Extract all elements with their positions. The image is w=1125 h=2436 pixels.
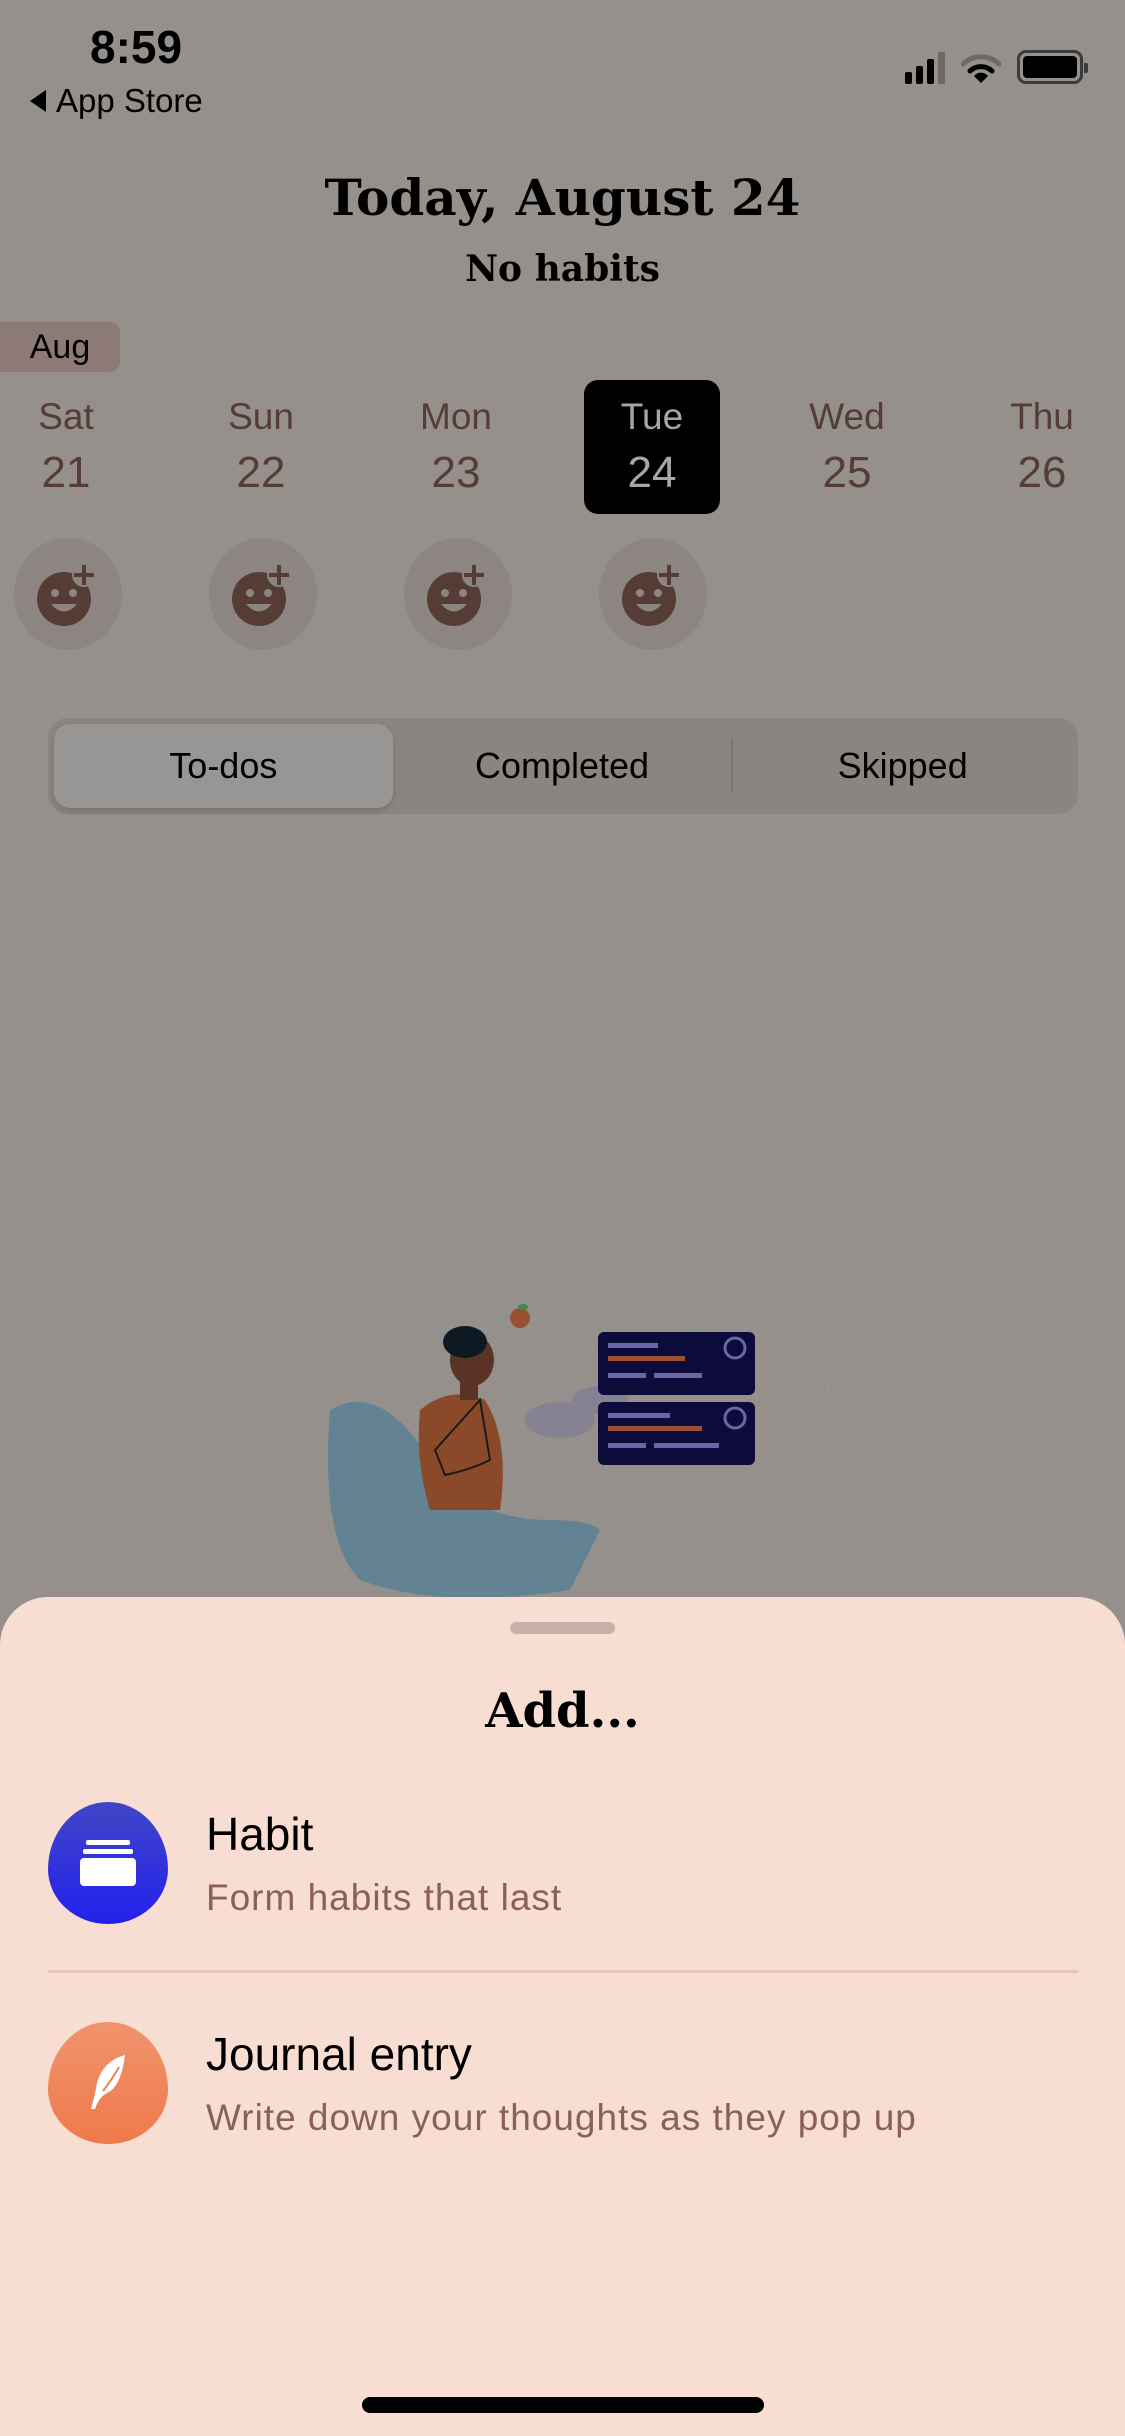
option-title: Journal entry: [206, 2028, 472, 2080]
day-mon-23[interactable]: Mon 23: [388, 380, 524, 514]
tab-todos[interactable]: To-dos: [54, 724, 393, 808]
journal-icon-badge: [48, 2022, 168, 2144]
sheet-title: Add...: [485, 1683, 640, 1739]
option-divider: [48, 1970, 1078, 1973]
page-title: Today, August 24: [324, 168, 801, 227]
day-number: 25: [822, 448, 872, 497]
back-label: App Store: [56, 82, 203, 119]
add-habit-option[interactable]: Habit Form habits that last: [48, 1802, 1078, 1924]
wifi-icon: [961, 54, 1001, 83]
day-thu-26[interactable]: Thu 26: [974, 380, 1110, 514]
add-mood-smiley-icon: [427, 563, 486, 626]
day-number: 21: [41, 448, 91, 497]
thinking-person-figure: [418, 1326, 503, 1510]
home-indicator[interactable]: [362, 2397, 764, 2413]
day-tue-24-selected[interactable]: Tue 24: [584, 380, 720, 514]
add-mood-smiley-icon: [622, 563, 681, 626]
fruit-decoration: [510, 1308, 530, 1328]
day-number: 22: [236, 448, 286, 497]
day-wed-25[interactable]: Wed 25: [779, 380, 915, 514]
add-mood-button-sun[interactable]: [209, 538, 317, 650]
battery-icon: [1017, 50, 1088, 84]
option-subtitle: Write down your thoughts as they pop up: [206, 2097, 917, 2138]
day-name: Tue: [620, 396, 684, 437]
todo-card-illustration-2: [598, 1402, 755, 1465]
sheet-grabber-handle[interactable]: [510, 1622, 615, 1634]
cellular-signal-icon: [905, 52, 945, 84]
back-arrow-icon: [30, 90, 46, 112]
add-mood-button-sat[interactable]: [14, 538, 122, 650]
add-mood-button-tue[interactable]: [599, 538, 707, 650]
day-sat-21[interactable]: Sat 21: [0, 380, 134, 514]
add-mood-smiley-icon: [37, 563, 96, 626]
day-name: Thu: [1010, 396, 1074, 437]
todo-card-illustration-1: [598, 1332, 755, 1395]
feather-quill-icon: [91, 2055, 125, 2109]
day-name: Wed: [809, 396, 885, 437]
tab-completed[interactable]: Completed: [393, 724, 732, 808]
option-title: Habit: [206, 1808, 314, 1860]
status-icons: [905, 50, 1088, 84]
add-mood-button-mon[interactable]: [404, 538, 512, 650]
day-name: Mon: [420, 396, 492, 437]
day-strip: Sat 21 Sun 22 Mon 23 Tue 24 Wed 25 Thu 2…: [0, 380, 1125, 520]
day-number: 26: [1017, 448, 1067, 497]
day-sun-22[interactable]: Sun 22: [193, 380, 329, 514]
month-label[interactable]: Aug: [0, 322, 120, 372]
back-to-app-store[interactable]: App Store: [30, 82, 203, 120]
habit-filter-segmented-control: To-dos Completed Skipped: [48, 718, 1078, 814]
tab-skipped[interactable]: Skipped: [733, 724, 1072, 808]
add-journal-entry-option[interactable]: Journal entry Write down your thoughts a…: [48, 2022, 1078, 2144]
day-number: 23: [431, 448, 481, 497]
day-name: Sat: [38, 396, 94, 437]
habit-stack-icon: [80, 1840, 136, 1886]
option-subtitle: Form habits that last: [206, 1877, 563, 1918]
empty-state-illustration: [328, 1304, 851, 1598]
day-number: 24: [627, 448, 677, 497]
status-time: 8:59: [90, 21, 183, 73]
habit-icon-badge: [48, 1802, 168, 1924]
habits-count-subtitle: No habits: [465, 248, 660, 290]
add-mood-smiley-icon: [232, 563, 291, 626]
day-name: Sun: [228, 396, 294, 437]
